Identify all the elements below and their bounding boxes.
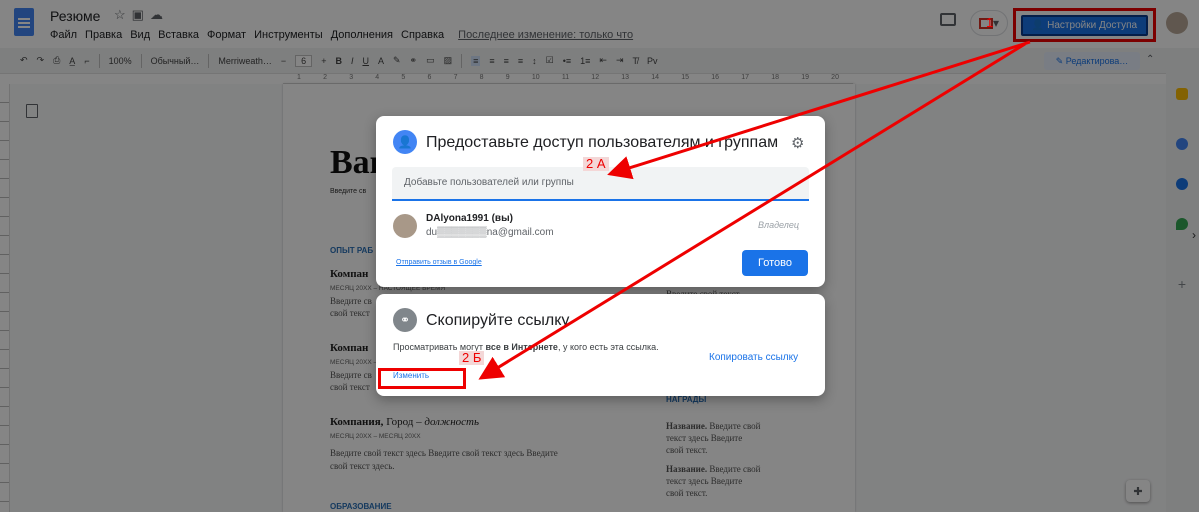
annotation-label-2a: 2 А — [583, 157, 609, 171]
annotation-label-1: 1 — [986, 15, 994, 30]
arrow-to-change-link — [478, 42, 1026, 380]
annotation-arrows — [478, 40, 1031, 380]
annotation-label-2b: 2 Б — [459, 351, 485, 365]
app-window: Резюме ☆▣☁ Файл Правка Вид Вставка Форма… — [0, 0, 1199, 512]
arrow-to-add-people — [607, 40, 1031, 180]
